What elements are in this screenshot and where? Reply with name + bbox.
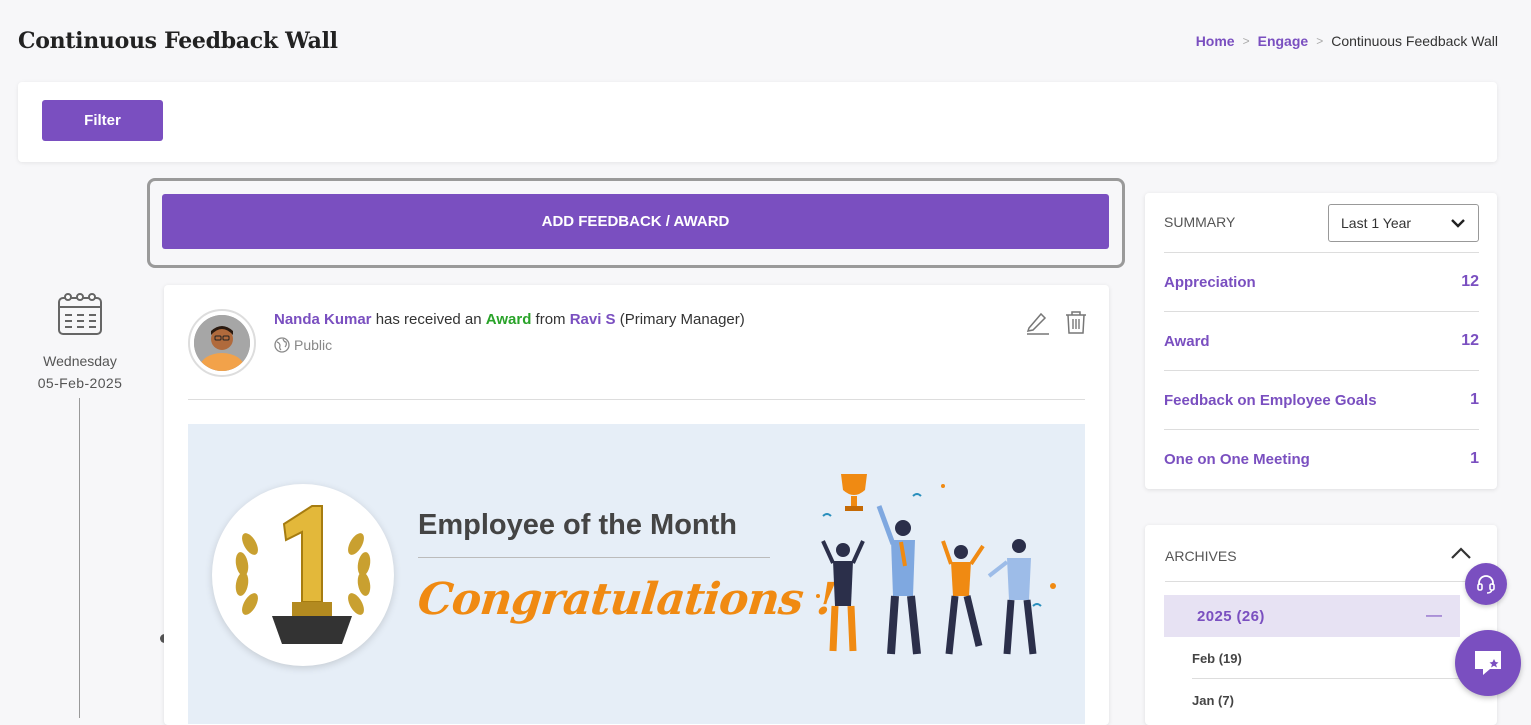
card-divider	[188, 399, 1085, 400]
archives-panel: ARCHIVES 2025 (26) — Feb (19) Jan (7)	[1145, 525, 1497, 725]
archives-divider	[1165, 581, 1479, 582]
chevron-down-icon	[1451, 219, 1465, 228]
timeline-line	[79, 398, 80, 718]
summary-panel: SUMMARY Last 1 Year Appreciation 12 Awar…	[1145, 193, 1497, 489]
sender-link[interactable]: Ravi S	[570, 311, 616, 328]
period-select-value: Last 1 Year	[1341, 215, 1412, 231]
banner-congratulations: Congratulations !	[415, 574, 838, 625]
post-text-received: has received an	[371, 311, 486, 328]
period-select[interactable]: Last 1 Year	[1328, 204, 1479, 242]
summary-row-label: Award	[1164, 332, 1210, 350]
trophy-badge	[212, 484, 394, 666]
archive-year-2025[interactable]: 2025 (26) —	[1164, 595, 1460, 637]
visibility: Public	[274, 337, 332, 353]
support-button[interactable]	[1465, 563, 1507, 605]
breadcrumb-separator: >	[1316, 34, 1324, 48]
post-type: Award	[485, 311, 532, 328]
recipient-link[interactable]: Nanda Kumar	[274, 311, 372, 328]
summary-row-count: 1	[1470, 391, 1479, 408]
summary-row-award[interactable]: Award 12	[1164, 311, 1479, 370]
archive-month-divider	[1192, 678, 1460, 679]
sender-role: (Primary Manager)	[615, 311, 745, 328]
edit-icon[interactable]	[1024, 309, 1050, 335]
breadcrumb-separator: >	[1242, 34, 1250, 48]
archive-month-feb[interactable]: Feb (19)	[1192, 651, 1460, 666]
summary-row-one-on-one[interactable]: One on One Meeting 1	[1164, 429, 1479, 488]
add-feedback-award-button[interactable]: ADD FEEDBACK / AWARD	[162, 194, 1109, 249]
archive-year-label: 2025 (26)	[1197, 607, 1265, 625]
calendar-icon	[58, 293, 102, 335]
headset-icon	[1477, 575, 1495, 594]
banner-title: Employee of the Month	[418, 509, 737, 541]
chat-icon	[1475, 651, 1501, 675]
banner-rule	[418, 557, 770, 558]
collapse-minus-icon[interactable]: —	[1426, 607, 1442, 625]
summary-row-count: 12	[1461, 273, 1479, 290]
feedback-post-card: Nanda Kumar has received an Award from R…	[164, 285, 1109, 725]
summary-label: SUMMARY	[1164, 214, 1236, 230]
trophy-number-one-icon	[235, 505, 371, 644]
breadcrumb-engage-link[interactable]: Engage	[1258, 33, 1309, 49]
avatar[interactable]	[188, 309, 256, 377]
chat-button[interactable]	[1455, 630, 1521, 696]
summary-row-label: One on One Meeting	[1164, 450, 1310, 468]
award-banner: Employee of the Month Congratulations !	[188, 424, 1085, 724]
trash-icon[interactable]	[1064, 309, 1088, 335]
post-headline: Nanda Kumar has received an Award from R…	[274, 311, 745, 328]
summary-row-appreciation[interactable]: Appreciation 12	[1164, 252, 1479, 311]
summary-row-label: Appreciation	[1164, 273, 1256, 291]
chevron-up-icon[interactable]	[1449, 545, 1473, 561]
archives-label: ARCHIVES	[1165, 548, 1237, 564]
timeline-day: Wednesday	[43, 353, 117, 369]
add-feedback-highlight: ADD FEEDBACK / AWARD	[147, 178, 1125, 268]
breadcrumb-home-link[interactable]: Home	[1196, 33, 1235, 49]
post-text-from: from	[531, 311, 570, 328]
page-title: Continuous Feedback Wall	[18, 28, 338, 54]
summary-row-count: 12	[1461, 332, 1479, 349]
archive-month-jan[interactable]: Jan (7)	[1192, 693, 1460, 708]
timeline-date: Wednesday 05-Feb-2025	[28, 290, 132, 394]
breadcrumb-current: Continuous Feedback Wall	[1331, 33, 1498, 49]
breadcrumb: Home > Engage > Continuous Feedback Wall	[1196, 33, 1498, 49]
person-avatar-icon	[194, 315, 250, 371]
visibility-label: Public	[294, 337, 333, 353]
filter-button[interactable]: Filter	[42, 100, 163, 141]
summary-row-count: 1	[1470, 450, 1479, 467]
filter-panel: Filter	[18, 82, 1497, 162]
summary-row-feedback-goals[interactable]: Feedback on Employee Goals 1	[1164, 370, 1479, 429]
timeline-date-text: 05-Feb-2025	[37, 375, 123, 391]
summary-row-label: Feedback on Employee Goals	[1164, 391, 1377, 409]
celebrating-team-illustration	[816, 474, 1056, 655]
globe-icon	[274, 337, 290, 353]
